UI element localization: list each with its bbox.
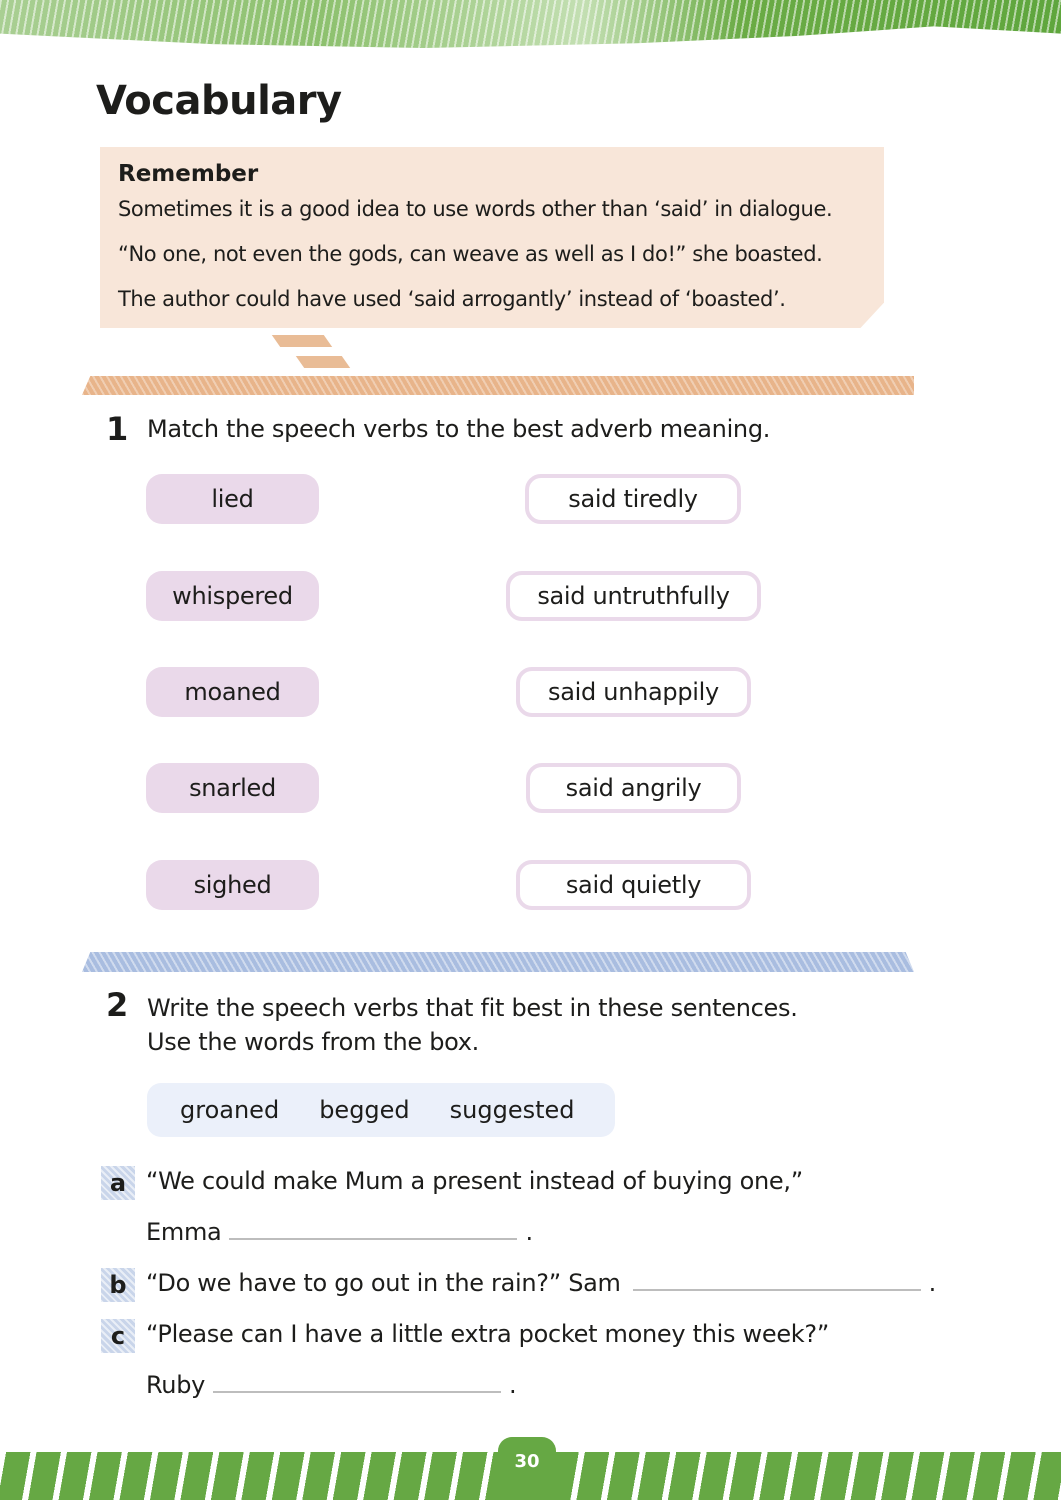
word-option: suggested	[449, 1096, 575, 1124]
sentence-c-answer-line: Ruby.	[146, 1371, 517, 1399]
answer-blank-b[interactable]	[632, 1288, 921, 1291]
section-divider-orange	[82, 376, 914, 395]
answer-blank-c[interactable]	[213, 1390, 502, 1393]
item-label-badge: b	[101, 1268, 135, 1302]
top-decorative-band	[0, 0, 1061, 48]
word-option: begged	[319, 1096, 410, 1124]
sentence-a-answer-line: Emma.	[146, 1218, 533, 1246]
page-number-tab: 30	[498, 1437, 556, 1500]
question-1-number: 1	[106, 410, 129, 448]
sentence-b: “Do we have to go out in the rain?” Sam	[146, 1269, 621, 1297]
verb-pill[interactable]: moaned	[146, 667, 319, 717]
remember-example: “No one, not even the gods, can weave as…	[118, 242, 823, 266]
instruction-line: Use the words from the box.	[147, 1028, 480, 1056]
sentence-b-line: “Do we have to go out in the rain?” Sam.	[146, 1269, 936, 1297]
item-label-badge: a	[101, 1166, 135, 1200]
verb-pill[interactable]: snarled	[146, 763, 319, 813]
speaker-name: Emma	[146, 1218, 222, 1246]
answer-blank-a[interactable]	[229, 1237, 518, 1240]
verb-pill[interactable]: sighed	[146, 860, 319, 910]
question-2-instruction: Write the speech verbs that fit best in …	[147, 991, 798, 1059]
adverb-pill[interactable]: said unhappily	[516, 667, 751, 717]
remember-heading: Remember	[118, 161, 259, 187]
verb-pill[interactable]: whispered	[146, 571, 319, 621]
full-stop: .	[928, 1269, 937, 1297]
page-title: Vocabulary	[96, 78, 342, 124]
adverb-pill[interactable]: said quietly	[516, 860, 751, 910]
full-stop: .	[509, 1371, 517, 1399]
remember-box: Remember Sometimes it is a good idea to …	[100, 147, 884, 328]
page-number: 30	[514, 1451, 540, 1472]
item-label-badge: c	[101, 1319, 135, 1353]
remember-line: Sometimes it is a good idea to use words…	[118, 197, 833, 221]
sentence-a: “We could make Mum a present instead of …	[146, 1167, 803, 1195]
word-option: groaned	[180, 1096, 280, 1124]
adverb-pill[interactable]: said untruthfully	[506, 571, 761, 621]
remember-line: The author could have used ‘said arrogan…	[118, 287, 786, 311]
remember-tail-decoration	[271, 335, 333, 347]
section-divider-blue	[82, 952, 914, 972]
adverb-pill[interactable]: said tiredly	[525, 474, 741, 524]
word-box: groaned begged suggested	[147, 1083, 615, 1137]
adverb-pill[interactable]: said angrily	[526, 763, 741, 813]
instruction-line: Write the speech verbs that fit best in …	[147, 994, 798, 1022]
question-2-number: 2	[106, 986, 129, 1024]
sentence-c: “Please can I have a little extra pocket…	[146, 1320, 829, 1348]
question-1-instruction: Match the speech verbs to the best adver…	[147, 415, 771, 443]
full-stop: .	[525, 1218, 533, 1246]
remember-tail-decoration	[295, 356, 351, 368]
verb-pill[interactable]: lied	[146, 474, 319, 524]
speaker-name: Ruby	[146, 1371, 206, 1399]
